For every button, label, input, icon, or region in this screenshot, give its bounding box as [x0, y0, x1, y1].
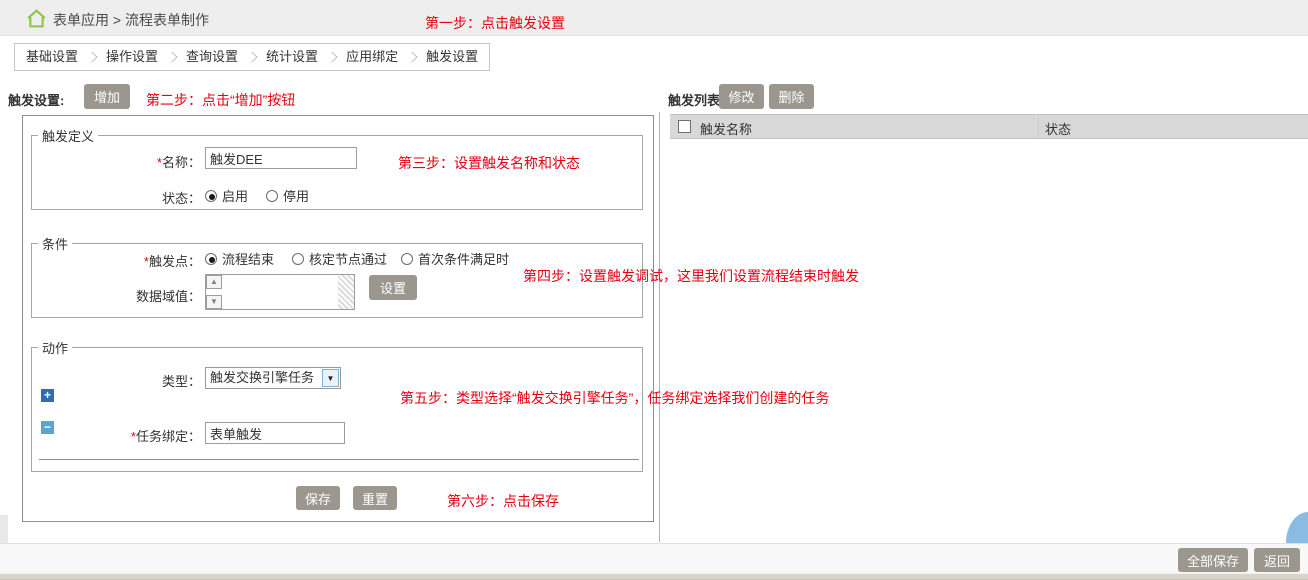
tab-separator-chevron-icon [326, 51, 338, 63]
scroll-up-icon[interactable]: ▲ [206, 275, 222, 289]
tab-separator-chevron-icon [86, 51, 98, 63]
tab-statistics-settings[interactable]: 统计设置 [259, 44, 325, 70]
trigger-point-label: *触发点： [143, 254, 201, 269]
reset-button[interactable]: 重置 [353, 486, 397, 510]
flow-end-radio[interactable] [205, 252, 217, 265]
trigger-settings-label: 触发设置: [8, 93, 65, 108]
step-annotation-2: 第二步：点击“增加”按钮 [146, 92, 296, 108]
tab-app-binding[interactable]: 应用绑定 [339, 44, 405, 70]
step-annotation-5: 第五步：类型选择“触发交换引擎任务”，任务绑定选择我们创建的任务 [400, 390, 830, 406]
tab-basic-settings[interactable]: 基础设置 [19, 44, 85, 70]
status-enabled-label: 启用 [222, 189, 249, 204]
column-divider [1038, 117, 1039, 137]
panel-divider [659, 112, 660, 542]
home-icon[interactable] [26, 8, 47, 29]
trigger-list-label: 触发列表: [668, 93, 725, 108]
scroll-down-icon[interactable]: ▼ [206, 295, 222, 309]
column-header-trigger-name: 触发名称 [700, 122, 753, 137]
node-pass-label: 核定节点通过 [309, 252, 388, 267]
scrollbar-track [338, 275, 354, 309]
status-label: 状态： [161, 191, 201, 206]
status-disabled-label: 停用 [283, 189, 310, 204]
tab-bar: 基础设置 操作设置 查询设置 统计设置 应用绑定 触发设置 [14, 43, 491, 71]
action-divider-line [39, 459, 639, 460]
top-bar: 表单应用 > 流程表单制作 [0, 0, 1308, 36]
trigger-table-header: 触发名称 状态 [670, 114, 1308, 139]
corner-decoration [1286, 512, 1308, 543]
node-pass-radio[interactable] [292, 252, 305, 265]
action-legend: 动作 [42, 341, 69, 356]
status-disabled-radio[interactable] [266, 189, 279, 202]
data-field-box[interactable]: ▲ ▼ [205, 274, 355, 310]
first-condition-label: 首次条件满足时 [418, 252, 510, 267]
select-all-checkbox[interactable] [678, 120, 691, 133]
footer-bar [0, 543, 1308, 573]
back-button[interactable]: 返回 [1254, 548, 1300, 572]
task-binding-input[interactable] [205, 422, 345, 444]
trigger-point-radio-group: 流程结束 核定节点通过 首次条件满足时 [205, 249, 509, 268]
type-select[interactable]: 触发交换引擎任务 ▼ [205, 367, 341, 389]
edit-button[interactable]: 修改 [719, 84, 764, 109]
column-header-status: 状态 [1045, 122, 1072, 137]
bottom-edge-strip [0, 573, 1308, 580]
delete-button[interactable]: 删除 [769, 84, 814, 109]
name-label: *名称： [156, 155, 201, 170]
step-annotation-1: 第一步：点击触发设置 [425, 15, 565, 31]
type-select-value: 触发交换引擎任务 [210, 370, 315, 385]
status-radio-group: 启用 停用 [205, 186, 309, 205]
tab-trigger-settings[interactable]: 触发设置 [419, 44, 485, 70]
first-condition-radio[interactable] [401, 252, 414, 265]
step-annotation-4: 第四步：设置触发调试，这里我们设置流程结束时触发 [523, 268, 859, 284]
trigger-form: 触发定义 *名称： 状态： 启用 停用 条件 *触发点： 流程结束 核定节点通过… [22, 115, 654, 522]
trigger-name-input[interactable] [205, 147, 357, 169]
task-binding-label: *任务绑定： [130, 429, 201, 444]
save-button[interactable]: 保存 [296, 486, 340, 510]
add-button[interactable]: 增加 [84, 84, 130, 109]
tab-query-settings[interactable]: 查询设置 [179, 44, 245, 70]
status-enabled-radio[interactable] [205, 189, 217, 202]
flow-end-label: 流程结束 [222, 252, 275, 267]
set-button[interactable]: 设置 [369, 275, 417, 300]
tab-separator-chevron-icon [406, 51, 418, 63]
trigger-definition-legend: 触发定义 [42, 129, 95, 144]
add-action-button[interactable]: + [41, 389, 54, 402]
save-all-button[interactable]: 全部保存 [1178, 548, 1248, 572]
dropdown-arrow-icon: ▼ [322, 369, 339, 387]
data-field-label: 数据域值： [135, 289, 201, 304]
step-annotation-3: 第三步：设置触发名称和状态 [398, 155, 580, 171]
breadcrumb: 表单应用 > 流程表单制作 [53, 12, 209, 28]
step-annotation-6: 第六步：点击保存 [447, 493, 559, 509]
tab-operation-settings[interactable]: 操作设置 [99, 44, 165, 70]
tab-separator-chevron-icon [246, 51, 258, 63]
tab-separator-chevron-icon [166, 51, 178, 63]
